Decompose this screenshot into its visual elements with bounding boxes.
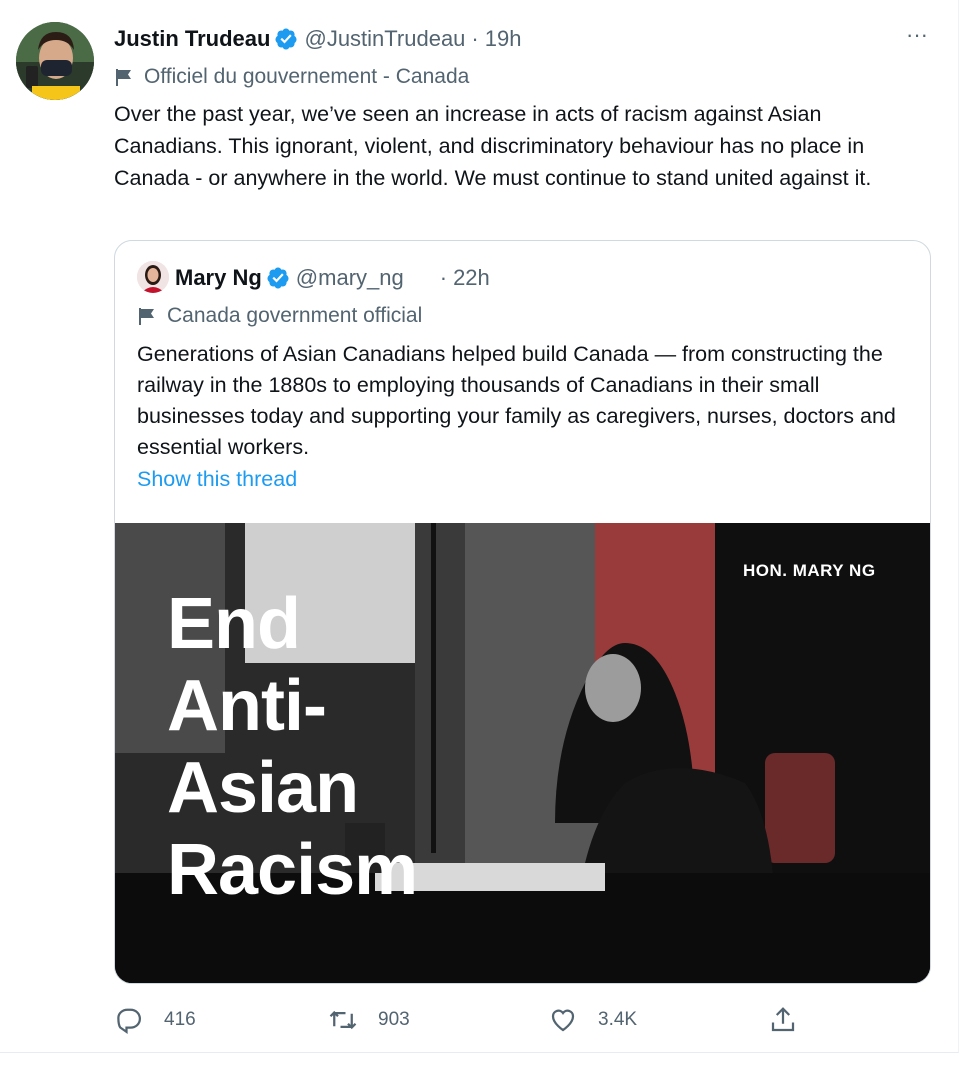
tweet-header: Justin Trudeau @JustinTrudeau · 19h	[114, 24, 521, 54]
separator: ·	[439, 265, 448, 290]
image-name-label: HON. MARY NG	[743, 561, 876, 580]
retweet-count: 903	[378, 1009, 410, 1030]
image-title: End Anti- Asian Racism	[167, 583, 418, 911]
flag-icon	[116, 69, 131, 86]
quoted-author-name[interactable]: Mary Ng	[175, 265, 262, 291]
separator: ·	[471, 26, 479, 51]
avatar-image	[16, 22, 94, 100]
author-name[interactable]: Justin Trudeau	[114, 26, 270, 52]
author-handle[interactable]: @JustinTrudeau	[304, 26, 465, 52]
heart-icon	[551, 1009, 575, 1032]
verified-badge-icon	[275, 28, 297, 50]
quoted-tweet-text: Generations of Asian Canadians helped bu…	[137, 342, 896, 459]
reply-count: 416	[164, 1009, 196, 1030]
quoted-media-image[interactable]: End Anti- Asian Racism HON. MARY NG	[115, 523, 930, 983]
retweet-icon	[329, 1010, 357, 1030]
image-title-line: Racism	[167, 830, 418, 910]
flag-icon	[139, 308, 154, 325]
action-bar: 416 903 3.4K	[114, 1000, 834, 1040]
retweet-button[interactable]: 903	[328, 1000, 410, 1040]
quoted-avatar[interactable]	[137, 261, 169, 293]
image-title-line: End	[167, 584, 301, 664]
gov-label: Officiel du gouvernement - Canada	[114, 62, 469, 92]
tweet[interactable]: Justin Trudeau @JustinTrudeau · 19h ··· …	[0, 0, 959, 1053]
like-button[interactable]: 3.4K	[548, 1000, 637, 1040]
image-title-line: Anti-	[167, 666, 327, 746]
tweet-text: Over the past year, we’ve seen an increa…	[114, 102, 872, 190]
like-count: 3.4K	[598, 1009, 638, 1030]
timestamp[interactable]: 19h	[485, 26, 522, 52]
gov-label-text: Officiel du gouvernement - Canada	[144, 65, 470, 88]
quoted-tweet[interactable]: Mary Ng @mary_ng · 22h Canada government…	[114, 240, 931, 984]
avatar[interactable]	[16, 22, 94, 100]
quoted-avatar-image	[137, 261, 169, 293]
share-icon	[771, 1007, 795, 1032]
quoted-timestamp[interactable]: 22h	[453, 265, 490, 291]
quoted-author-handle[interactable]: @mary_ng	[296, 265, 404, 291]
quoted-gov-label-text: Canada government official	[167, 304, 423, 327]
quoted-header: Mary Ng @mary_ng · 22h	[175, 263, 490, 293]
share-button[interactable]	[768, 1000, 818, 1040]
quoted-gov-label: Canada government official	[137, 301, 422, 331]
reply-icon	[117, 1008, 142, 1035]
verified-badge-icon	[267, 267, 289, 289]
show-thread-link[interactable]: Show this thread	[137, 467, 297, 492]
image-title-line: Asian	[167, 748, 359, 828]
more-icon[interactable]: ···	[902, 24, 932, 54]
reply-button[interactable]: 416	[114, 1000, 196, 1040]
